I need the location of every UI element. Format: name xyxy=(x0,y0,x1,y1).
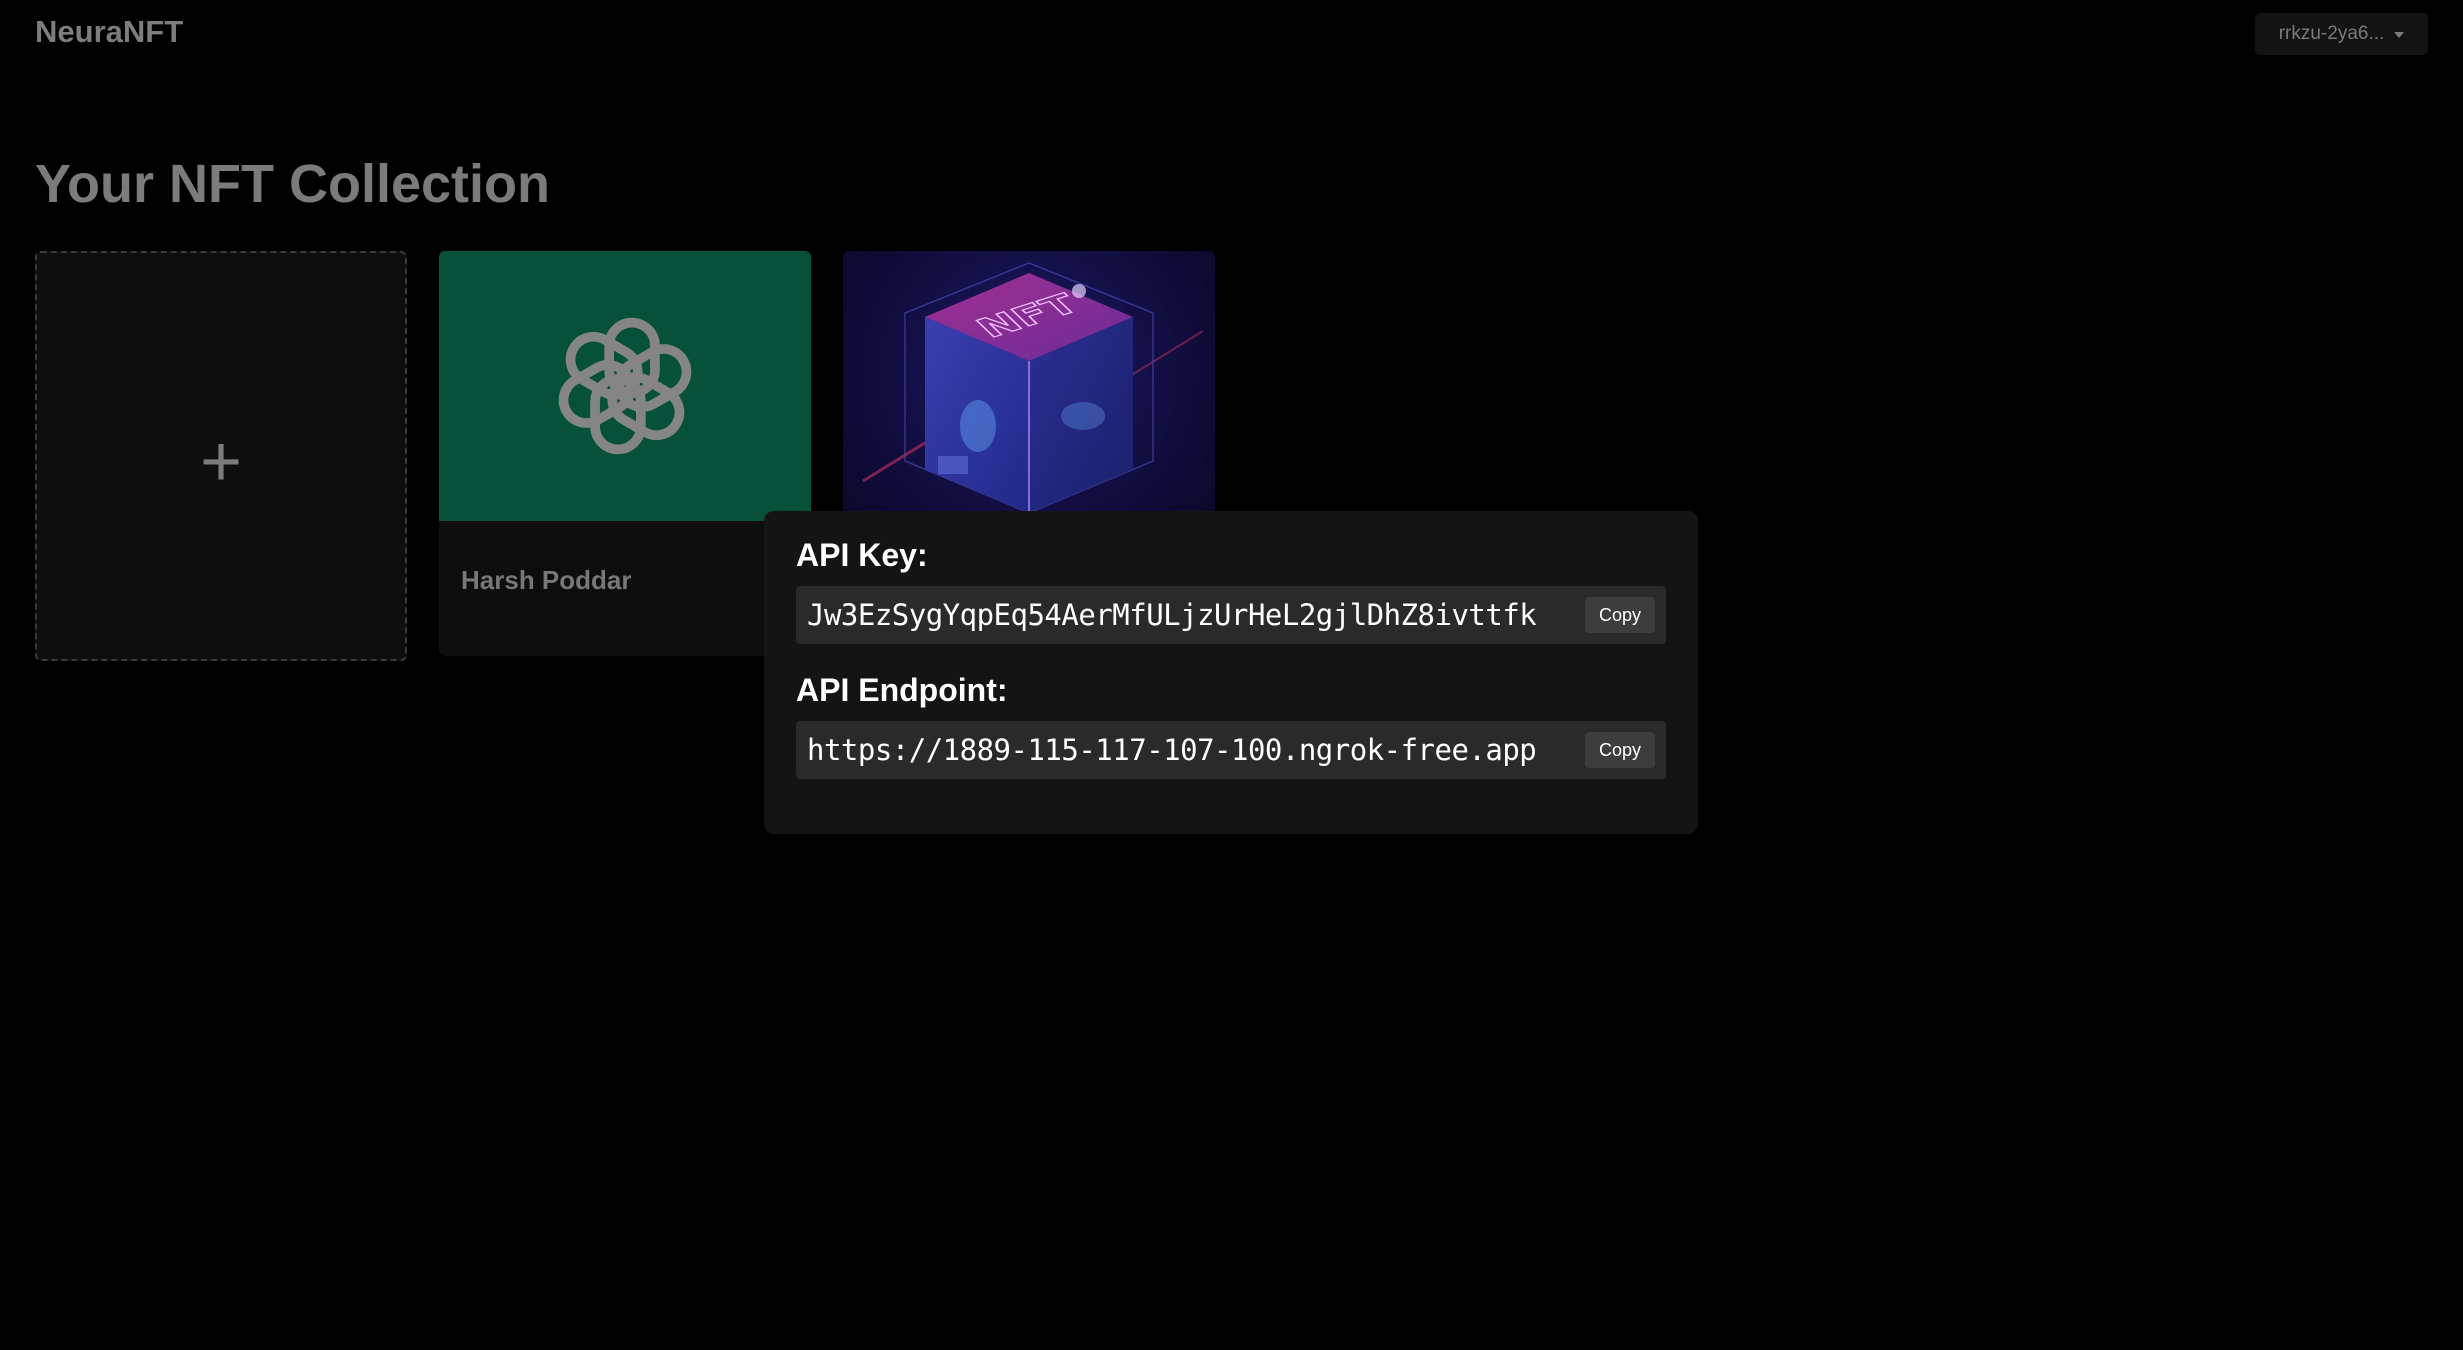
api-key-value[interactable]: Jw3EzSygYqpEq54AerMfULjzUrHeL2gjlDhZ8ivt… xyxy=(807,598,1573,632)
nft-card[interactable]: Harsh Poddar xyxy=(439,251,811,656)
nft-cube-illustration: NFT xyxy=(862,262,1204,514)
account-dropdown-button[interactable]: rrkzu-2ya6... xyxy=(2255,13,2428,55)
api-endpoint-value[interactable]: https://1889-115-117-107-100.ngrok-free.… xyxy=(807,733,1573,767)
openai-logo-icon xyxy=(558,317,692,455)
brand-logo[interactable]: NeuraNFT xyxy=(35,14,183,50)
nft-card-image xyxy=(439,251,811,521)
page-title: Your NFT Collection xyxy=(35,154,550,214)
copy-api-endpoint-button[interactable]: Copy xyxy=(1585,732,1655,768)
nft-card-name: Harsh Poddar xyxy=(461,565,632,595)
api-endpoint-label: API Endpoint: xyxy=(796,672,1008,708)
nft-card-image: NFT xyxy=(843,251,1215,521)
api-credentials-popup: API Key: Jw3EzSygYqpEq54AerMfULjzUrHeL2g… xyxy=(764,511,1698,834)
caret-down-icon xyxy=(2394,32,2405,38)
account-label: rrkzu-2ya6... xyxy=(2278,23,2385,44)
api-endpoint-field: https://1889-115-117-107-100.ngrok-free.… xyxy=(796,721,1666,779)
api-key-label: API Key: xyxy=(796,537,928,573)
copy-api-key-button[interactable]: Copy xyxy=(1585,597,1655,633)
add-nft-card[interactable]: + xyxy=(35,251,407,661)
api-key-field: Jw3EzSygYqpEq54AerMfULjzUrHeL2gjlDhZ8ivt… xyxy=(796,586,1666,644)
app-page: NeuraNFT rrkzu-2ya6... Your NFT Collecti… xyxy=(0,0,2463,1350)
plus-icon: + xyxy=(199,422,243,502)
